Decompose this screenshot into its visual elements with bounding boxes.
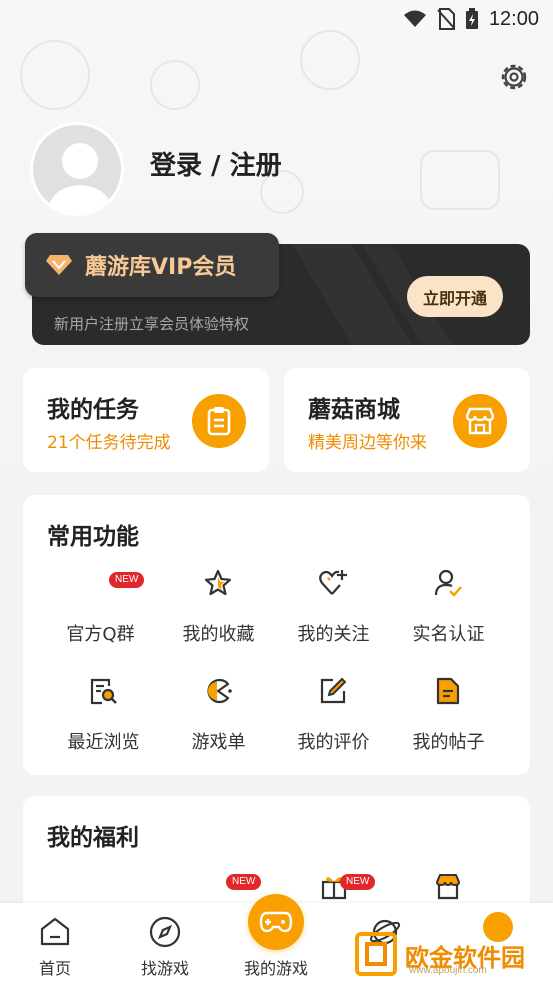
wifi-icon — [403, 10, 426, 27]
login-register-link[interactable]: 登录 / 注册 — [150, 145, 282, 182]
user-check-icon — [434, 569, 462, 597]
status-bar: 12:00 — [0, 0, 553, 38]
no-sim-icon — [437, 8, 455, 30]
heart-plus-icon — [319, 570, 347, 595]
vip-title-tab[interactable]: 蘑游库VIP会员 — [25, 233, 279, 297]
common-functions-card: 常用功能 官方Q群 NEW 我的收藏 我的关注 实名认证 最近浏览 游戏单 我的… — [23, 495, 530, 775]
my-posts-label: 我的帖子 — [412, 732, 485, 753]
vip-open-button[interactable]: 立即开通 — [407, 276, 503, 317]
my-reviews[interactable]: 我的评价 — [276, 676, 391, 766]
star-icon — [204, 569, 232, 596]
nav-home[interactable]: 首页 — [0, 903, 110, 983]
my-tasks-title: 我的任务 — [47, 397, 139, 423]
watermark-logo — [355, 932, 397, 976]
nav-home-label: 首页 — [38, 959, 71, 978]
pacman-icon — [207, 678, 232, 704]
recent-browsing[interactable]: 最近浏览 — [46, 676, 161, 766]
shop-icon[interactable] — [434, 872, 462, 900]
compass-icon — [149, 916, 181, 948]
edit-icon — [320, 677, 347, 704]
my-reviews-label: 我的评价 — [297, 732, 370, 753]
battery-charging-icon — [465, 8, 478, 29]
my-tasks-subtitle: 21个任务待完成 — [47, 433, 171, 453]
my-welfare-title: 我的福利 — [47, 825, 139, 851]
vip-title: 蘑游库VIP会员 — [85, 255, 237, 280]
my-follows[interactable]: 我的关注 — [276, 568, 391, 658]
store-subtitle: 精美周边等你来 — [308, 433, 427, 453]
real-name-verification[interactable]: 实名认证 — [391, 568, 506, 658]
site-watermark: 欧金软件园 www.apoujin.com — [355, 910, 550, 980]
game-list[interactable]: 游戏单 — [161, 676, 276, 766]
nav-find-games[interactable]: 找游戏 — [110, 903, 220, 983]
home-icon — [40, 917, 70, 946]
new-badge: NEW — [226, 874, 262, 890]
my-favorites-label: 我的收藏 — [182, 624, 255, 645]
vip-subtitle: 新用户注册立享会员体验特权 — [54, 315, 250, 333]
post-icon — [436, 677, 460, 705]
nav-my-games-label: 我的游戏 — [243, 959, 308, 978]
my-posts[interactable]: 我的帖子 — [391, 676, 506, 766]
common-functions-title: 常用功能 — [47, 524, 139, 550]
nav-find-games-label: 找游戏 — [140, 959, 189, 978]
clipboard-icon — [192, 394, 246, 448]
store-title: 蘑菇商城 — [308, 397, 400, 423]
new-badge: NEW — [340, 874, 376, 890]
avatar[interactable] — [30, 122, 124, 216]
my-games-center-button[interactable] — [248, 894, 304, 950]
my-tasks-card[interactable]: 我的任务 21个任务待完成 — [23, 368, 269, 472]
new-badge: NEW — [109, 572, 145, 588]
gamepad-icon — [259, 911, 293, 933]
settings-gear-icon[interactable] — [497, 60, 531, 94]
decor-shape — [420, 150, 500, 210]
diamond-icon — [46, 255, 72, 275]
my-favorites[interactable]: 我的收藏 — [161, 568, 276, 658]
my-follows-label: 我的关注 — [297, 624, 370, 645]
watermark-url: www.apoujin.com — [409, 965, 487, 976]
history-search-icon — [90, 678, 117, 705]
clock: 12:00 — [488, 7, 539, 30]
game-list-label: 游戏单 — [191, 732, 246, 753]
mushroom-store-card[interactable]: 蘑菇商城 精美周边等你来 — [284, 368, 530, 472]
decor-circle — [150, 60, 200, 110]
official-qq-group-label: 官方Q群 — [66, 624, 135, 645]
decor-circle — [300, 30, 360, 90]
store-icon — [453, 394, 507, 448]
real-name-label: 实名认证 — [412, 624, 485, 645]
decor-circle — [20, 40, 90, 110]
recent-browsing-label: 最近浏览 — [67, 732, 140, 753]
